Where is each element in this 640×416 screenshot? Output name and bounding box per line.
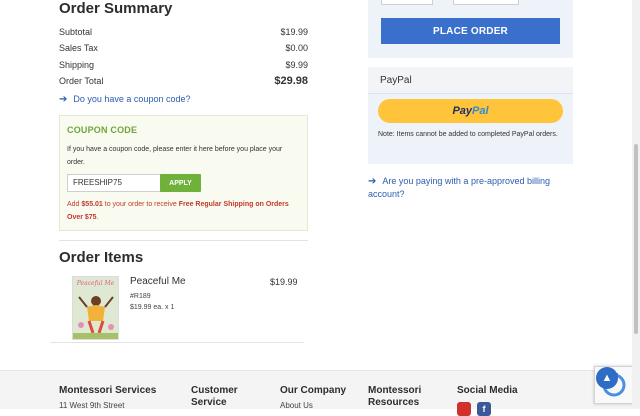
note-amount: $55.01 xyxy=(81,201,103,208)
item-qty-line: $19.99 ea. x 1 xyxy=(130,304,175,311)
cropped-input-left[interactable] xyxy=(381,0,433,5)
footer-link-about-us[interactable]: About Us xyxy=(280,401,313,410)
coupon-code-input[interactable] xyxy=(67,174,165,192)
summary-row-subtotal: Subtotal $19.99 xyxy=(59,27,308,37)
paypal-pay-text: Pay xyxy=(452,105,473,117)
subtotal-value: $19.99 xyxy=(280,27,308,37)
order-total-value: $29.98 xyxy=(274,75,308,87)
paypal-note: Note: Items cannot be added to completed… xyxy=(378,131,558,138)
coupon-panel: COUPON CODE If you have a coupon code, p… xyxy=(59,115,308,231)
footer-heading-customer-service: Customer Service xyxy=(191,385,238,408)
place-order-button[interactable]: PLACE ORDER xyxy=(381,18,560,44)
scroll-to-top-button[interactable]: ▲ xyxy=(596,367,618,389)
shipping-label: Shipping xyxy=(59,60,95,70)
paypal-button[interactable]: Pay Pal xyxy=(378,99,563,123)
paypal-header: PayPal xyxy=(368,67,573,94)
free-shipping-note: Add $55.01 to your order to receive Free… xyxy=(67,198,299,224)
pinterest-icon[interactable] xyxy=(457,402,471,416)
summary-row-total: Order Total $29.98 xyxy=(59,75,308,87)
section-divider xyxy=(59,240,308,241)
item-name[interactable]: Peaceful Me xyxy=(130,276,186,287)
shipping-value: $9.99 xyxy=(285,60,308,70)
footer-heading-social-media: Social Media xyxy=(457,385,518,396)
chevron-up-icon: ▲ xyxy=(601,372,613,384)
arrow-right-icon: ➔ xyxy=(59,94,68,105)
item-price: $19.99 xyxy=(270,277,298,287)
footer-heading-montessori-services: Montessori Services xyxy=(59,385,157,396)
subtotal-label: Subtotal xyxy=(59,27,93,37)
footer-address: 11 West 9th Street xyxy=(59,401,125,410)
cropped-input-right[interactable] xyxy=(453,0,519,5)
paypal-pal-text: Pal xyxy=(472,105,489,117)
order-items-title: Order Items xyxy=(59,249,144,266)
order-summary-title: Order Summary xyxy=(59,0,173,17)
paypal-panel: PayPal Pay Pal Note: Items cannot be adde… xyxy=(368,67,573,164)
summary-row-sales-tax: Sales Tax $0.00 xyxy=(59,43,308,53)
facebook-icon[interactable]: f xyxy=(477,402,491,416)
footer-heading-montessori-resources: Montessori Resources xyxy=(368,385,422,408)
arrow-right-icon: ➔ xyxy=(368,176,377,187)
scrollbar-thumb[interactable] xyxy=(634,144,638,334)
coupon-title: COUPON CODE xyxy=(67,125,138,135)
paypal-heading: PayPal xyxy=(380,75,412,86)
note-suffix: . xyxy=(96,214,99,221)
footer: Montessori Services 11 West 9th Street C… xyxy=(0,370,640,416)
footer-heading-our-company: Our Company xyxy=(280,385,347,396)
apply-coupon-button[interactable]: APPLY xyxy=(160,174,201,192)
billing-account-link[interactable]: ➔ Are you paying with a pre-approved bill… xyxy=(368,175,568,201)
billing-link-text: Are you paying with a pre-approved billi… xyxy=(368,176,550,199)
summary-row-shipping: Shipping $9.99 xyxy=(59,60,308,70)
note-middle: to your order to receive xyxy=(102,201,179,208)
sales-tax-label: Sales Tax xyxy=(59,43,98,53)
order-total-label: Order Total xyxy=(59,76,104,86)
coupon-link-text: Do you have a coupon code? xyxy=(73,94,191,104)
book-cover-title: Peaceful Me xyxy=(76,280,115,287)
sales-tax-value: $0.00 xyxy=(285,43,308,53)
coupon-link[interactable]: ➔ Do you have a coupon code? xyxy=(59,94,190,105)
items-divider xyxy=(50,342,304,343)
coupon-instructions: If you have a coupon code, please enter … xyxy=(67,146,283,166)
book-cover-image[interactable]: Peaceful Me xyxy=(72,276,119,340)
note-prefix: Add xyxy=(67,201,82,208)
item-sku: #R189 xyxy=(130,293,151,300)
